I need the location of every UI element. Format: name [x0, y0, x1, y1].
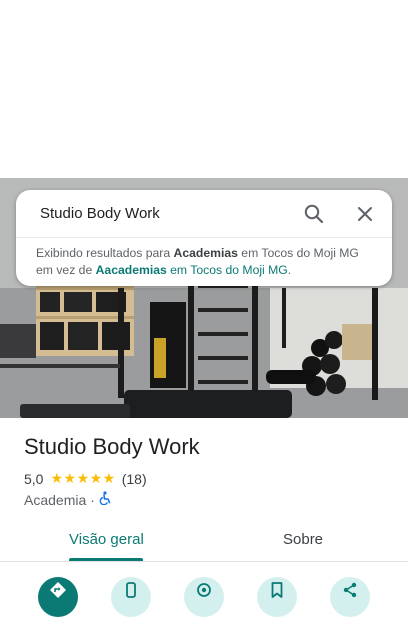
category-row: Academia · — [24, 491, 112, 508]
directions-button[interactable] — [38, 577, 78, 617]
suggestion-prefix: Exibindo resultados para — [36, 246, 174, 260]
close-icon[interactable] — [353, 202, 377, 226]
corrected-term: Academias — [173, 246, 238, 260]
suggestion-end: . — [287, 263, 292, 277]
rating-row[interactable]: 5,0 ★★★★★ (18) — [24, 470, 147, 487]
corrected-location: em Tocos do Moji MG — [237, 246, 359, 260]
search-box[interactable]: Studio Body Work Exibindo resultados par… — [16, 190, 392, 286]
search-query[interactable]: Studio Body Work — [40, 205, 160, 222]
share-button[interactable] — [330, 577, 370, 617]
search-icon[interactable] — [302, 202, 326, 226]
original-term: Aacademias — [95, 263, 167, 277]
suggestion-mid: em vez de — [36, 263, 96, 277]
search-divider — [16, 237, 392, 238]
phone-button[interactable] — [111, 577, 151, 617]
original-location: em Tocos do Moji MG — [166, 263, 288, 277]
tabs-divider — [0, 561, 408, 562]
location-button[interactable] — [184, 577, 224, 617]
separator: · — [90, 491, 95, 508]
wheelchair-icon — [99, 491, 112, 508]
review-count: (18) — [121, 470, 147, 487]
tab-overview[interactable]: Visão geral — [69, 531, 144, 548]
tab-about[interactable]: Sobre — [283, 531, 323, 548]
rating-stars: ★★★★★ — [50, 470, 116, 486]
save-button[interactable] — [257, 577, 297, 617]
spelling-suggestion: Exibindo resultados para Academias em To… — [36, 245, 381, 279]
rating-value: 5,0 — [24, 470, 44, 487]
place-name: Studio Body Work — [24, 434, 200, 459]
original-query-link[interactable]: Aacademias em Tocos do Moji MG — [96, 263, 288, 277]
place-category: Academia — [24, 491, 87, 508]
